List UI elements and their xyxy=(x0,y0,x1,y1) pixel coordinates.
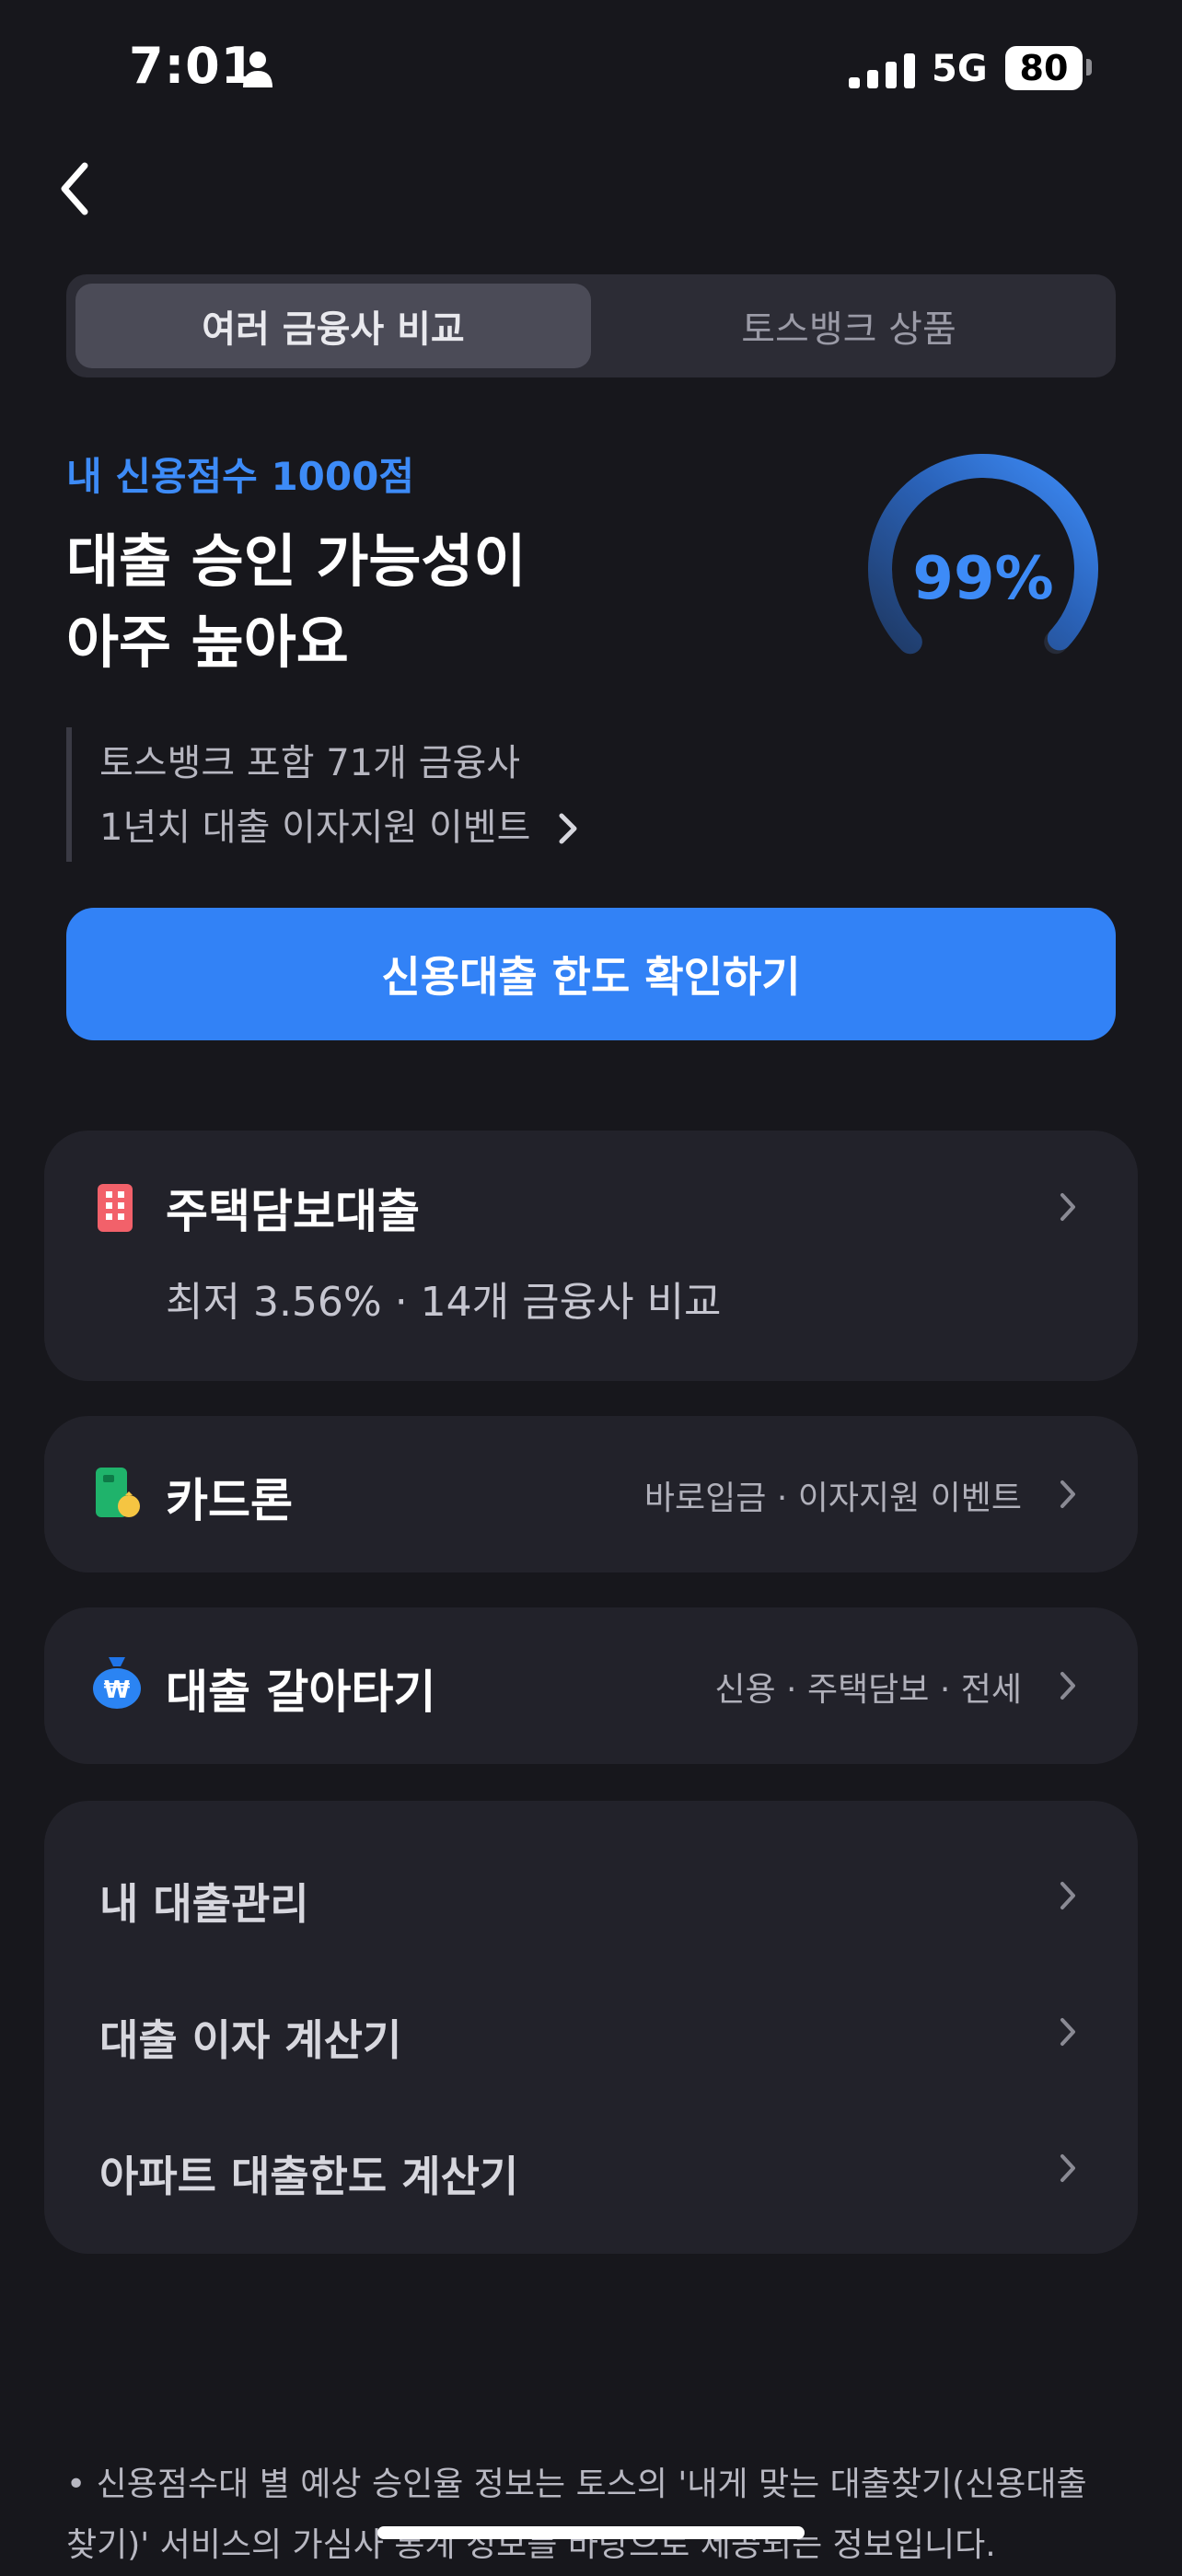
tab-tossbank[interactable]: 토스뱅크 상품 xyxy=(591,284,1107,368)
headline-line1: 대출 승인 가능성이 xyxy=(66,528,527,595)
approval-probability: 99% xyxy=(912,545,1054,613)
building-icon xyxy=(98,1184,133,1232)
mortgage-subtitle: 최저 3.56% · 14개 금융사 비교 xyxy=(166,1279,722,1326)
person-icon xyxy=(243,52,272,87)
chevron-right-icon xyxy=(1060,2018,1075,2046)
headline: 대출 승인 가능성이 아주 높아요 xyxy=(66,521,527,683)
tab-compare[interactable]: 여러 금융사 비교 xyxy=(75,284,591,368)
info-divider xyxy=(66,727,72,862)
svg-text:₩: ₩ xyxy=(104,1677,131,1704)
status-bar: 7:01 5G 80 xyxy=(0,0,1182,138)
chevron-right-icon xyxy=(1060,1882,1075,1909)
card-loan-card[interactable]: 카드론 바로입금 · 이자지원 이벤트 xyxy=(44,1416,1138,1572)
refinance-card[interactable]: ₩ 대출 갈아타기 신용 · 주택담보 · 전세 xyxy=(44,1607,1138,1764)
credit-score-label: 내 신용점수 1000점 xyxy=(66,454,414,499)
mortgage-loan-card[interactable]: 주택담보대출 최저 3.56% · 14개 금융사 비교 xyxy=(44,1131,1138,1381)
info-event-link[interactable]: 1년치 대출 이자지원 이벤트 xyxy=(99,797,530,851)
battery-level: 80 xyxy=(1005,46,1083,90)
chevron-right-icon[interactable] xyxy=(556,810,580,847)
disclaimer-line1: • 신용점수대 별 예상 승인율 정보는 토스의 '내게 맞는 대출찾기(신용대… xyxy=(66,2466,1087,2503)
battery-tip xyxy=(1086,59,1092,75)
chevron-right-icon xyxy=(1060,1193,1075,1221)
network-type: 5G xyxy=(932,48,988,90)
disclaimer: • 신용점수대 별 예상 승인율 정보는 토스의 '내게 맞는 대출찾기(신용대… xyxy=(66,2454,1125,2576)
refinance-title: 대출 갈아타기 xyxy=(166,1665,436,1719)
chevron-right-icon xyxy=(1060,1480,1075,1508)
card-loan-title: 카드론 xyxy=(166,1474,293,1527)
signal-icon xyxy=(849,53,915,88)
chevron-right-icon xyxy=(1060,2154,1075,2182)
list-item-interest-calculator[interactable]: 대출 이자 계산기 xyxy=(44,1968,1138,2097)
loan-tools-list: 내 대출관리 대출 이자 계산기 아파트 대출한도 계산기 xyxy=(44,1801,1138,2254)
segmented-tabs: 여러 금융사 비교 토스뱅크 상품 xyxy=(66,274,1116,377)
money-bag-icon: ₩ xyxy=(93,1657,141,1709)
apartment-limit-label: 아파트 대출한도 계산기 xyxy=(99,2152,519,2201)
list-item-apartment-limit-calculator[interactable]: 아파트 대출한도 계산기 xyxy=(44,2105,1138,2234)
mortgage-title: 주택담보대출 xyxy=(166,1185,420,1238)
interest-calculator-label: 대출 이자 계산기 xyxy=(99,2015,402,2065)
home-indicator[interactable] xyxy=(377,2526,805,2539)
card-loan-tags: 바로입금 · 이자지원 이벤트 xyxy=(643,1479,1022,1517)
headline-line2: 아주 높아요 xyxy=(66,609,349,676)
status-time: 7:01 xyxy=(129,37,257,95)
my-loans-label: 내 대출관리 xyxy=(99,1879,309,1929)
refinance-tags: 신용 · 주택담보 · 전세 xyxy=(714,1671,1022,1709)
disclaimer-line2: 찾기)' 서비스의 가심사 통계 정보를 바탕으로 제공되는 정보입니다. xyxy=(66,2526,996,2564)
credit-loan-limit-button[interactable]: 신용대출 한도 확인하기 xyxy=(66,908,1116,1040)
card-coin-icon xyxy=(96,1468,140,1517)
back-arrow-icon[interactable] xyxy=(52,157,99,221)
list-item-my-loans[interactable]: 내 대출관리 xyxy=(44,1832,1138,1961)
chevron-right-icon xyxy=(1060,1672,1075,1700)
info-partners: 토스뱅크 포함 71개 금융사 xyxy=(99,742,521,784)
